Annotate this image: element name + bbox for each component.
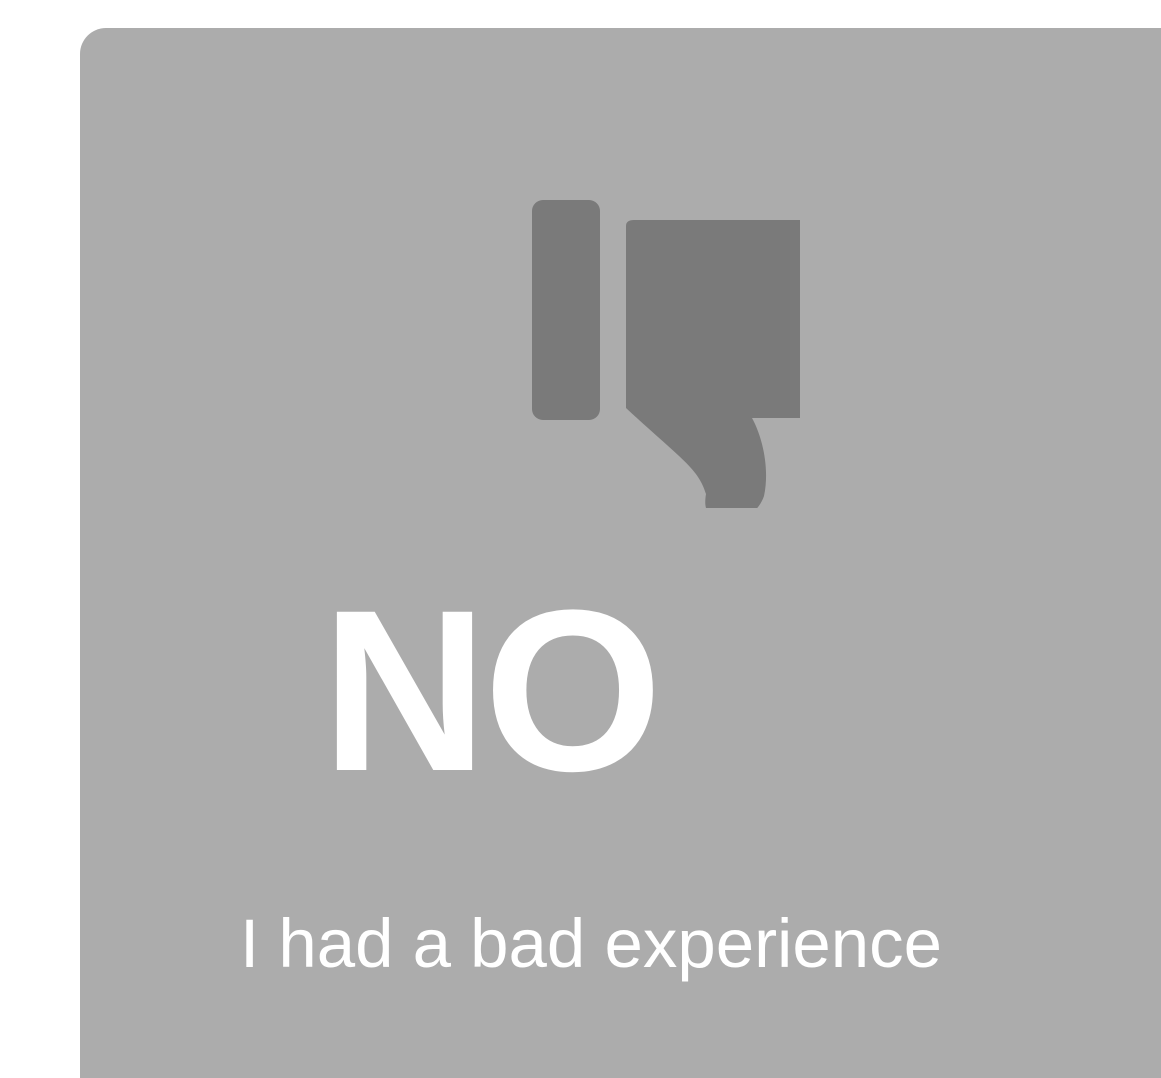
card-title: NO [321, 562, 663, 819]
page: NO I had a bad experience [0, 0, 1161, 1078]
thumbs-down-icon [450, 168, 800, 508]
negative-feedback-option[interactable]: NO I had a bad experience [80, 28, 1161, 1078]
card-subtitle: I had a bad experience [239, 905, 943, 982]
